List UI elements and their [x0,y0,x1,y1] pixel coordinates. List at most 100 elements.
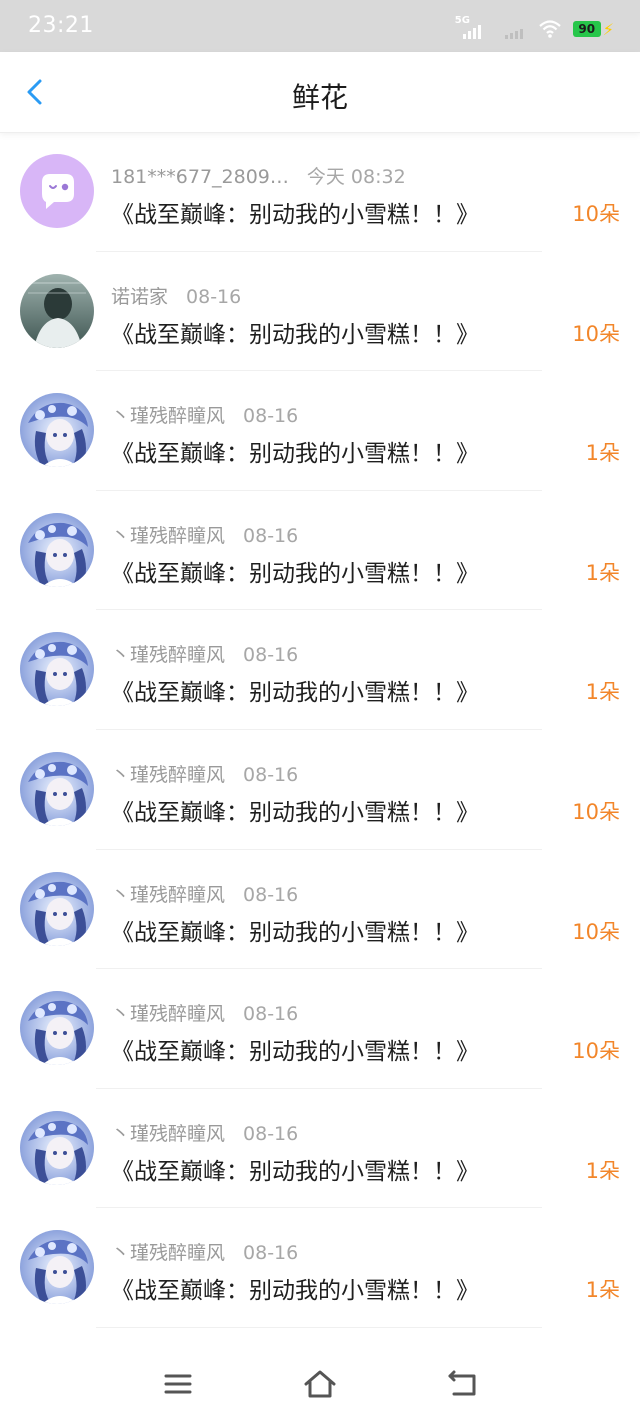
username[interactable]: 丶瑾残醉瞳风 [111,1242,225,1264]
battery-level: 90 [572,21,601,37]
username[interactable]: 丶瑾残醉瞳风 [111,525,225,547]
menu-icon [164,1374,192,1394]
book-title[interactable]: 《战至巅峰：别动我的小雪糕！！》 [111,315,479,349]
anime-avatar-icon [20,512,94,587]
avatar[interactable] [20,871,94,946]
timestamp: 08-16 [243,1003,299,1026]
timestamp: 08-16 [243,405,299,428]
book-title[interactable]: 《战至巅峰：别动我的小雪糕！！》 [111,434,479,468]
username[interactable]: 丶瑾残醉瞳风 [111,644,225,666]
flower-count: 1朵 [585,680,620,705]
status-bar: 23:21 5G 90 ⚡ [0,0,640,52]
return-icon [448,1370,476,1396]
anime-avatar-icon [20,871,94,946]
cellular-signal-2-icon [497,17,527,41]
menu-button[interactable] [160,1366,196,1402]
timestamp: 08-16 [243,763,299,786]
flower-count: 10朵 [572,919,620,944]
book-title[interactable]: 《战至巅峰：别动我的小雪糕！！》 [111,793,479,827]
avatar[interactable] [20,393,94,468]
list-item[interactable]: 丶瑾残醉瞳风 08-16 《战至巅峰：别动我的小雪糕！！》 1朵 [0,371,640,491]
anime-avatar-icon [20,991,94,1066]
username[interactable]: 181***677_2809… [111,166,289,188]
anime-avatar-icon [20,751,94,826]
battery-icon: 90 ⚡ [572,19,614,39]
anime-avatar-icon [20,1230,94,1305]
avatar[interactable] [20,154,94,228]
avatar[interactable] [20,991,94,1066]
avatar[interactable] [20,1110,94,1185]
item-meta: 丶瑾残醉瞳风 08-16 [111,401,298,428]
item-meta: 丶瑾残醉瞳风 08-16 [111,521,298,548]
book-title[interactable]: 《战至巅峰：别动我的小雪糕！！》 [111,1271,479,1305]
timestamp: 08-16 [186,285,242,308]
username[interactable]: 丶瑾残醉瞳风 [111,1003,225,1025]
list-item[interactable]: 丶瑾残醉瞳风 08-16 《战至巅峰：别动我的小雪糕！！》 10朵 [0,969,640,1089]
list-item[interactable]: 丶瑾残醉瞳风 08-16 《战至巅峰：别动我的小雪糕！！》 10朵 [0,850,640,970]
book-title[interactable]: 《战至巅峰：别动我的小雪糕！！》 [111,195,479,229]
timestamp: 08-16 [243,1242,299,1265]
status-time: 23:21 [28,13,94,38]
flower-count: 10朵 [572,799,620,824]
item-meta: 丶瑾残醉瞳风 08-16 [111,760,298,787]
book-title[interactable]: 《战至巅峰：别动我的小雪糕！！》 [111,913,479,947]
item-meta: 181***677_2809… 今天 08:32 [111,162,406,189]
default-avatar-icon [20,154,94,228]
avatar[interactable] [20,512,94,587]
list-item[interactable]: 丶瑾残醉瞳风 08-16 《战至巅峰：别动我的小雪糕！！》 1朵 [0,491,640,611]
cellular-signal-icon: 5G [455,15,485,41]
flower-count: 1朵 [585,560,620,585]
list-item[interactable]: 丶瑾残醉瞳风 08-16 《战至巅峰：别动我的小雪糕！！》 10朵 [0,730,640,850]
username[interactable]: 丶瑾残醉瞳风 [111,764,225,786]
item-meta: 丶瑾残醉瞳风 08-16 [111,880,298,907]
timestamp: 08-16 [243,644,299,667]
item-meta: 丶瑾残醉瞳风 08-16 [111,999,298,1026]
item-meta: 丶瑾残醉瞳风 08-16 [111,1238,298,1265]
list-item[interactable]: 诺诺家 08-16 《战至巅峰：别动我的小雪糕！！》 10朵 [0,252,640,372]
flower-count: 1朵 [585,441,620,466]
list-item[interactable]: 丶瑾残醉瞳风 08-16 《战至巅峰：别动我的小雪糕！！》 1朵 [0,1089,640,1209]
timestamp: 08-16 [243,524,299,547]
status-icons: 5G 90 ⚡ [455,14,614,44]
home-icon [304,1370,336,1398]
wifi-icon [539,20,561,38]
timestamp: 今天 08:32 [306,166,406,188]
flower-count: 10朵 [572,1039,620,1064]
username[interactable]: 丶瑾残醉瞳风 [111,884,225,906]
anime-avatar-icon [20,393,94,468]
list-item[interactable]: 丶瑾残醉瞳风 08-16 《战至巅峰：别动我的小雪糕！！》 1朵 [0,610,640,730]
home-button[interactable] [302,1366,338,1402]
anime-avatar-icon [20,1110,94,1185]
header: 鲜花 [0,52,640,133]
item-meta: 丶瑾残醉瞳风 08-16 [111,640,298,667]
system-nav-bar [0,1348,640,1422]
item-meta: 诺诺家 08-16 [111,282,241,309]
flower-count: 10朵 [572,202,620,226]
return-button[interactable] [444,1366,480,1402]
username[interactable]: 丶瑾残醉瞳风 [111,405,225,427]
timestamp: 08-16 [243,883,299,906]
book-title[interactable]: 《战至巅峰：别动我的小雪糕！！》 [111,554,479,588]
flower-count: 1朵 [585,1278,620,1303]
divider [96,1326,542,1328]
anime-avatar-icon [20,632,94,707]
book-title[interactable]: 《战至巅峰：别动我的小雪糕！！》 [111,673,479,707]
list-item[interactable]: 丶瑾残醉瞳风 08-16 《战至巅峰：别动我的小雪糕！！》 1朵 [0,1208,640,1328]
list-item[interactable]: 181***677_2809… 今天 08:32 《战至巅峰：别动我的小雪糕！！》 1… [0,132,640,252]
username[interactable]: 丶瑾残醉瞳风 [111,1123,225,1145]
flower-count: 10朵 [572,321,620,346]
avatar[interactable] [20,632,94,707]
avatar[interactable] [20,273,94,348]
charging-icon: ⚡ [602,19,614,39]
page-title: 鲜花 [291,81,348,114]
flower-list: 181***677_2809… 今天 08:32 《战至巅峰：别动我的小雪糕！！》 1… [0,132,640,1328]
avatar[interactable] [20,751,94,826]
flower-count: 1朵 [585,1158,620,1183]
username[interactable]: 诺诺家 [111,286,168,308]
book-title[interactable]: 《战至巅峰：别动我的小雪糕！！》 [111,1032,479,1066]
book-title[interactable]: 《战至巅峰：别动我的小雪糕！！》 [111,1152,479,1186]
avatar[interactable] [20,1230,94,1305]
item-meta: 丶瑾残醉瞳风 08-16 [111,1119,298,1146]
timestamp: 08-16 [243,1122,299,1145]
photo-avatar-icon [20,273,94,348]
